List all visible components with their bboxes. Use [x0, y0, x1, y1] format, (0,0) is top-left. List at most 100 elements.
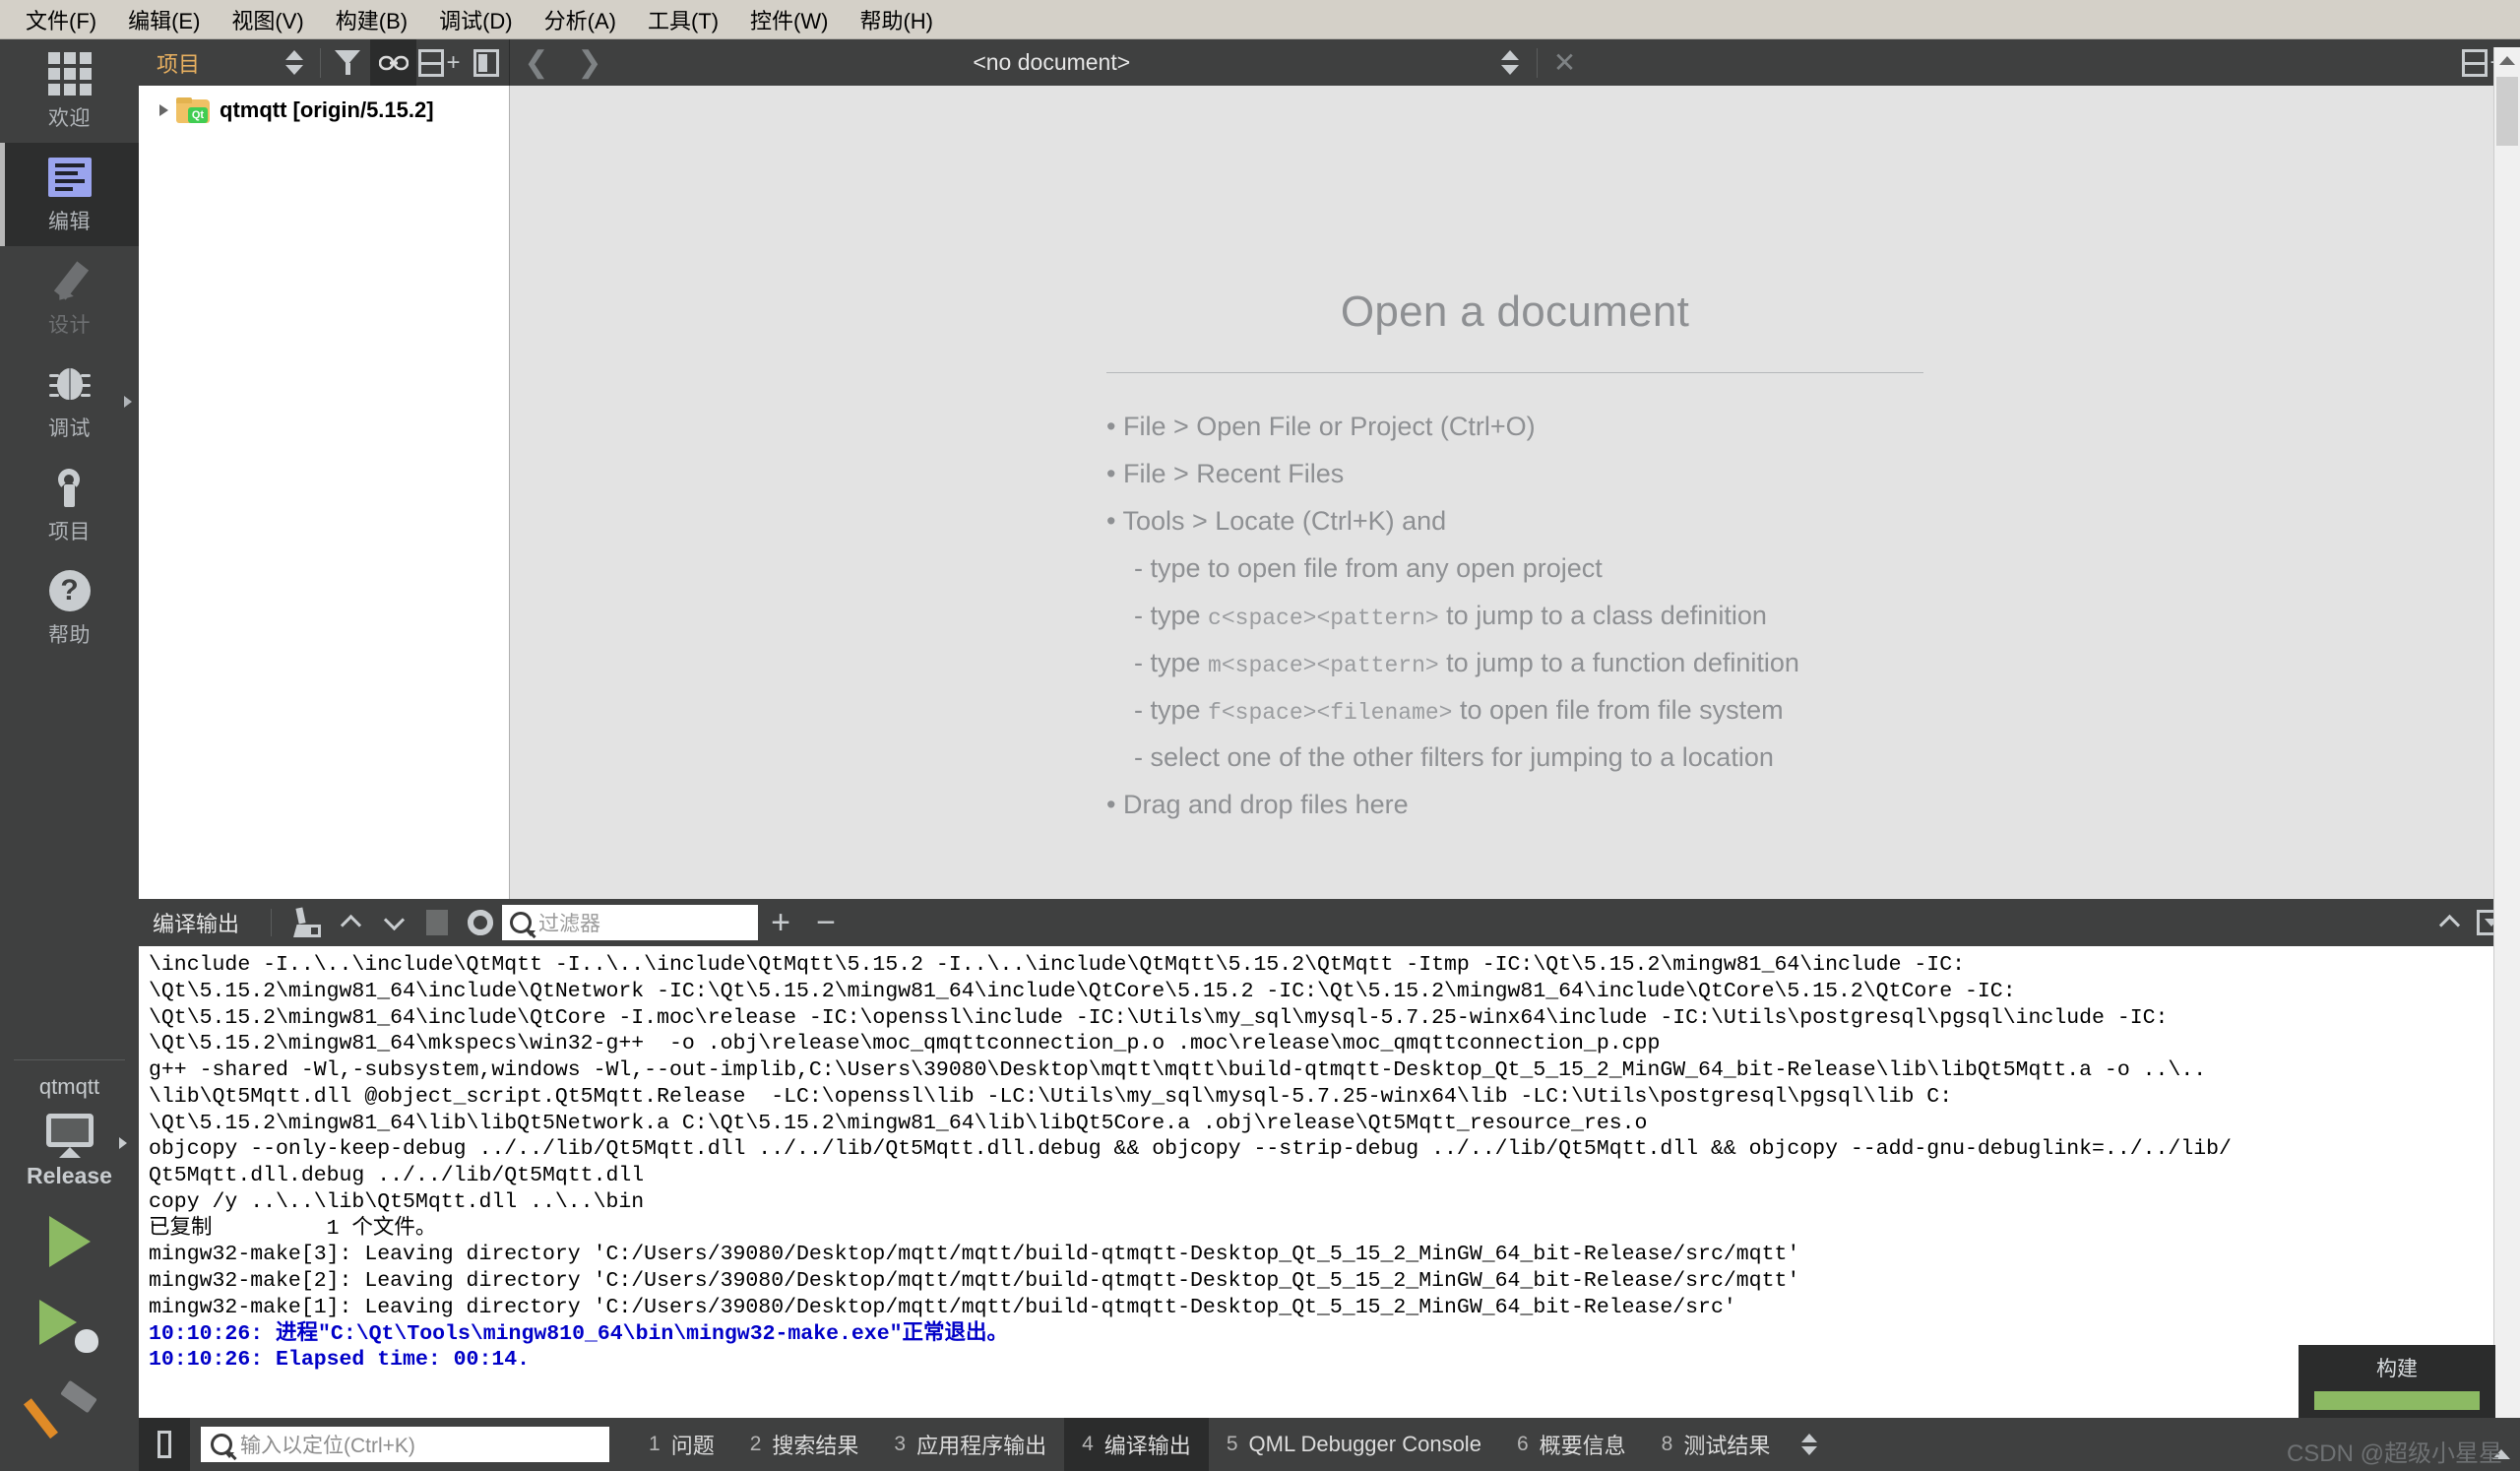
- toolbar-divider: [271, 909, 272, 936]
- link-chain-glyph: [379, 53, 409, 73]
- qt-folder-icon: Qt: [176, 97, 210, 123]
- menu-edit[interactable]: 编辑(E): [112, 0, 216, 39]
- scroll-up-icon[interactable]: [2494, 47, 2520, 74]
- tab-number: 1: [649, 1433, 661, 1456]
- next-item-icon[interactable]: [372, 899, 415, 946]
- stop-icon[interactable]: [415, 899, 459, 946]
- mode-button-projects[interactable]: 项目: [0, 453, 139, 556]
- zoom-in-icon[interactable]: +: [758, 899, 803, 946]
- clear-output-icon[interactable]: [285, 899, 329, 946]
- locator-input[interactable]: 输入以定位(Ctrl+K): [201, 1427, 609, 1462]
- chevron-right-icon: [119, 1137, 127, 1149]
- minimize-pane-icon[interactable]: [2427, 899, 2471, 946]
- scrollbar-thumb[interactable]: [2496, 77, 2518, 146]
- close-document-icon[interactable]: ✕: [1541, 39, 1590, 86]
- expand-chevron-icon[interactable]: [151, 104, 176, 116]
- menu-build[interactable]: 构建(B): [320, 0, 423, 39]
- editor-icon: [47, 155, 93, 200]
- chevron-right-icon[interactable]: ❯: [563, 39, 616, 86]
- output-tab-compile-output[interactable]: 4 编译输出: [1064, 1418, 1209, 1471]
- run-button[interactable]: [0, 1199, 139, 1284]
- hint-text: - type to open file from any open projec…: [1134, 553, 1603, 583]
- project-pane-title: 项目: [139, 47, 271, 79]
- filter-placeholder: 过滤器: [538, 908, 600, 937]
- compile-output-console[interactable]: \include -I..\..\include\QtMqtt -I..\..\…: [139, 946, 2520, 1418]
- body-split: Qt qtmqtt [origin/5.15.2] Open a documen…: [139, 86, 2520, 899]
- mode-label-help: 帮助: [48, 619, 91, 649]
- sort-updown-icon[interactable]: [271, 39, 317, 86]
- debug-button[interactable]: [0, 1284, 139, 1369]
- kit-divider: [14, 1059, 125, 1060]
- output-tab-issues[interactable]: 1 问题: [631, 1418, 732, 1471]
- editor-placeholder: Open a document • File > Open File or Pr…: [510, 86, 2520, 899]
- menu-analyze[interactable]: 分析(A): [529, 0, 632, 39]
- menu-view[interactable]: 视图(V): [216, 0, 319, 39]
- mode-button-design[interactable]: 设计: [0, 246, 139, 350]
- console-scrollbar[interactable]: [2493, 47, 2520, 1471]
- output-tab-search-results[interactable]: 2 搜索结果: [732, 1418, 877, 1471]
- hint-text: to jump to a function definition: [1439, 648, 1799, 677]
- play-bug-icon: [39, 1300, 100, 1353]
- output-tab-application-output[interactable]: 3 应用程序输出: [876, 1418, 1064, 1471]
- mode-button-debug[interactable]: 调试: [0, 350, 139, 453]
- menu-help[interactable]: 帮助(H): [844, 0, 949, 39]
- mode-label-edit: 编辑: [48, 206, 91, 235]
- toggle-sidebar-icon[interactable]: [139, 1418, 190, 1471]
- menu-window[interactable]: 控件(W): [734, 0, 844, 39]
- collapse-pane-caret-icon[interactable]: [2492, 1449, 2510, 1459]
- output-tab-bar: 1 问题 2 搜索结果 3 应用程序输出 4 编译输出 5 QML Debu: [631, 1418, 1817, 1471]
- tab-number: 6: [1517, 1433, 1529, 1456]
- prev-item-icon[interactable]: [329, 899, 372, 946]
- zoom-out-icon[interactable]: −: [803, 899, 849, 946]
- console-line: copy /y ..\..\lib\Qt5Mqtt.dll ..\..\bin: [149, 1189, 2520, 1216]
- mode-label-design: 设计: [48, 309, 91, 339]
- menu-tools[interactable]: 工具(T): [632, 0, 734, 39]
- toolbar-divider: [320, 48, 321, 78]
- open-document-name[interactable]: <no document>: [616, 49, 1487, 76]
- console-line: mingw32-make[3]: Leaving directory 'C:/U…: [149, 1242, 2520, 1268]
- document-toolbar: ❮ ❯ <no document> ✕ +: [510, 39, 2520, 86]
- output-tab-overflow-icon[interactable]: [1801, 1434, 1817, 1455]
- split-add-icon[interactable]: +: [416, 39, 463, 86]
- console-line: Qt5Mqtt.dll.debug ../../lib/Qt5Mqtt.dll: [149, 1163, 2520, 1189]
- hint-line: - type m<space><pattern> to jump to a fu…: [1106, 639, 1923, 686]
- settings-gear-icon[interactable]: [459, 899, 502, 946]
- hide-sidebar-icon[interactable]: [463, 39, 509, 86]
- mode-button-edit[interactable]: 编辑: [0, 143, 139, 246]
- console-line: \lib\Qt5Mqtt.dll @object_script.Qt5Mqtt.…: [149, 1084, 2520, 1111]
- kit-target-selector[interactable]: Release: [0, 1110, 139, 1199]
- menu-debug[interactable]: 调试(D): [423, 0, 529, 39]
- output-tab-qml-debugger-console[interactable]: 5 QML Debugger Console: [1209, 1418, 1499, 1471]
- hint-text: - select one of the other filters for ju…: [1134, 742, 1774, 772]
- hint-list: • File > Open File or Project (Ctrl+O) •…: [1106, 403, 1923, 828]
- progress-title: 构建: [2376, 1353, 2418, 1382]
- hint-text: to jump to a class definition: [1439, 601, 1767, 630]
- kit-build-config: Release: [27, 1163, 112, 1189]
- tab-number: 8: [1662, 1433, 1673, 1456]
- tab-number: 2: [750, 1433, 762, 1456]
- link-sync-icon[interactable]: [370, 39, 416, 86]
- document-dropdown-icon[interactable]: [1487, 39, 1534, 86]
- output-pane-title: 编译输出: [139, 907, 257, 938]
- desktop-monitor-icon: [43, 1114, 96, 1159]
- chevron-left-icon[interactable]: ❮: [510, 39, 563, 86]
- menu-file[interactable]: 文件(F): [10, 0, 112, 39]
- tree-item-qtmqtt[interactable]: Qt qtmqtt [origin/5.15.2]: [139, 94, 509, 127]
- console-line: \Qt\5.15.2\mingw81_64\mkspecs\win32-g++ …: [149, 1031, 2520, 1057]
- hint-line: - type c<space><pattern> to jump to a cl…: [1106, 592, 1923, 639]
- hint-text: - type: [1134, 648, 1208, 677]
- hint-text: - type: [1134, 601, 1208, 630]
- filter-input[interactable]: 过滤器: [502, 905, 758, 940]
- mode-label-projects: 项目: [48, 516, 91, 545]
- tab-number: 4: [1082, 1433, 1094, 1456]
- mode-selector-bar: 欢迎 编辑 设计: [0, 39, 139, 1471]
- output-tab-general-messages[interactable]: 6 概要信息: [1499, 1418, 1644, 1471]
- filter-funnel-icon[interactable]: [324, 39, 370, 86]
- hint-line: • File > Open File or Project (Ctrl+O): [1106, 403, 1923, 450]
- hammer-icon: [41, 1384, 98, 1438]
- mode-button-help[interactable]: ? 帮助: [0, 556, 139, 660]
- mode-button-welcome[interactable]: 欢迎: [0, 39, 139, 143]
- output-tab-test-results[interactable]: 8 测试结果: [1644, 1418, 1789, 1471]
- build-button[interactable]: [0, 1369, 139, 1453]
- dropdown-caret-icon: [224, 1452, 234, 1458]
